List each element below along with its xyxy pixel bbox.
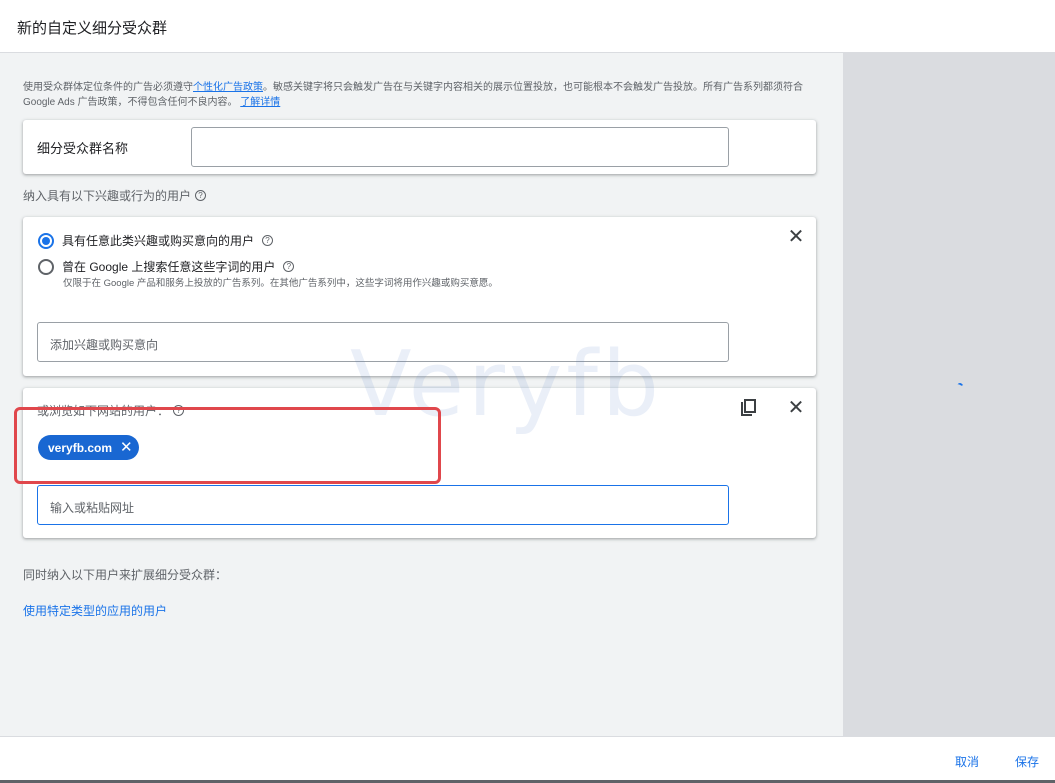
- url-input[interactable]: 输入或粘贴网址: [37, 485, 729, 525]
- url-chip-label: veryfb.com: [48, 440, 113, 455]
- radio-checked-icon[interactable]: [38, 232, 54, 249]
- url-section-label: 或浏览如下网站的用户： ?: [37, 402, 185, 419]
- app-users-link[interactable]: 使用特定类型的应用的用户: [23, 602, 167, 619]
- dialog-footer: 取消 保存: [0, 736, 1055, 783]
- segment-name-label: 细分受众群名称: [37, 141, 129, 156]
- radio-search-option[interactable]: 曾在 Google 上搜索任意这些字词的用户 ?: [38, 258, 295, 275]
- interest-card: 具有任意此类兴趣或购买意向的用户 ? 曾在 Google 上搜索任意这些字词的用…: [23, 217, 816, 376]
- radio-unchecked-icon[interactable]: [38, 258, 54, 275]
- url-chip[interactable]: veryfb.com ✕: [38, 435, 139, 460]
- segment-name-input[interactable]: [191, 127, 729, 167]
- interests-section-text: 纳入具有以下兴趣或行为的用户: [23, 189, 192, 203]
- personalized-ads-policy-link[interactable]: 个性化广告政策: [193, 82, 263, 93]
- close-icon[interactable]: ✕: [787, 227, 805, 247]
- expand-section-label: 同时纳入以下用户来扩展细分受众群：: [23, 568, 228, 582]
- radio-search-label: 曾在 Google 上搜索任意这些字词的用户: [62, 260, 276, 274]
- radio-interest-label: 具有任意此类兴趣或购买意向的用户: [62, 234, 255, 248]
- side-panel: [843, 53, 1055, 736]
- help-icon[interactable]: ?: [195, 190, 207, 201]
- copy-icon[interactable]: [741, 399, 757, 417]
- help-icon[interactable]: ?: [283, 261, 295, 272]
- learn-more-link[interactable]: 了解详情: [240, 97, 280, 108]
- help-icon[interactable]: ?: [262, 235, 274, 246]
- segment-name-card: 细分受众群名称: [23, 120, 816, 174]
- url-section-text: 或浏览如下网站的用户：: [37, 404, 170, 418]
- save-button[interactable]: 保存: [1015, 753, 1039, 770]
- policy-notice: 使用受众群体定位条件的广告必须遵守个性化广告政策。敏感关键字将只会触发广告在与关…: [23, 80, 818, 110]
- cancel-button[interactable]: 取消: [955, 753, 979, 770]
- dialog-title: 新的自定义细分受众群: [17, 20, 168, 37]
- policy-text-before: 使用受众群体定位条件的广告必须遵守: [23, 82, 193, 93]
- dialog-header: 新的自定义细分受众群: [0, 0, 1055, 53]
- radio-interest-option[interactable]: 具有任意此类兴趣或购买意向的用户 ?: [38, 232, 274, 249]
- url-card: 或浏览如下网站的用户： ? ✕ veryfb.com ✕ 输入或粘贴网址: [23, 388, 816, 538]
- close-icon[interactable]: ✕: [787, 398, 805, 418]
- help-icon[interactable]: ?: [173, 405, 185, 416]
- chip-remove-icon[interactable]: ✕: [120, 440, 133, 455]
- interest-input[interactable]: 添加兴趣或购买意向: [37, 322, 729, 362]
- interests-section-label: 纳入具有以下兴趣或行为的用户 ?: [23, 187, 207, 204]
- search-option-note: 仅限于在 Google 产品和服务上投放的广告系列。在其他广告系列中，这些字词将…: [63, 278, 498, 289]
